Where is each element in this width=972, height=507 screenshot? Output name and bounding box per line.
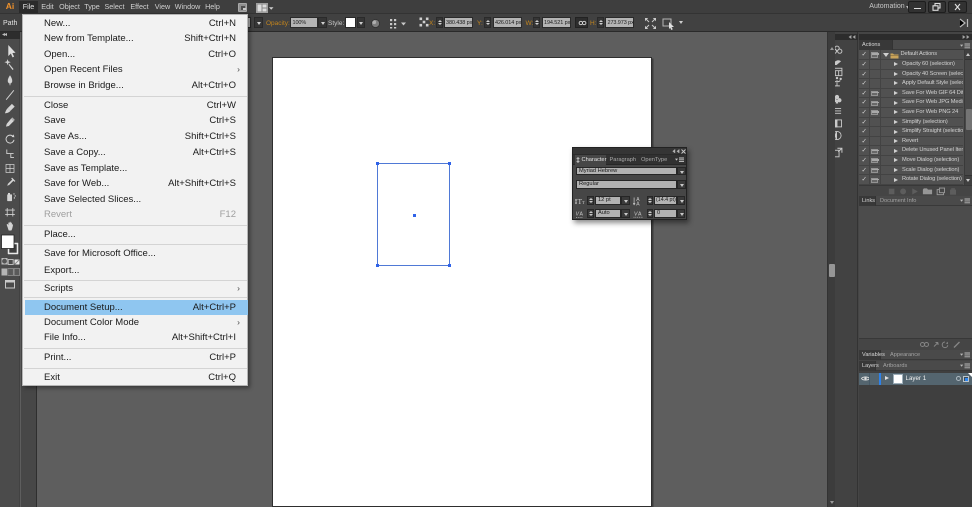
- svg-text:T: T: [582, 200, 585, 205]
- svg-text:A: A: [580, 212, 584, 218]
- svg-text:A: A: [636, 201, 640, 205]
- svg-text:A: A: [638, 211, 642, 217]
